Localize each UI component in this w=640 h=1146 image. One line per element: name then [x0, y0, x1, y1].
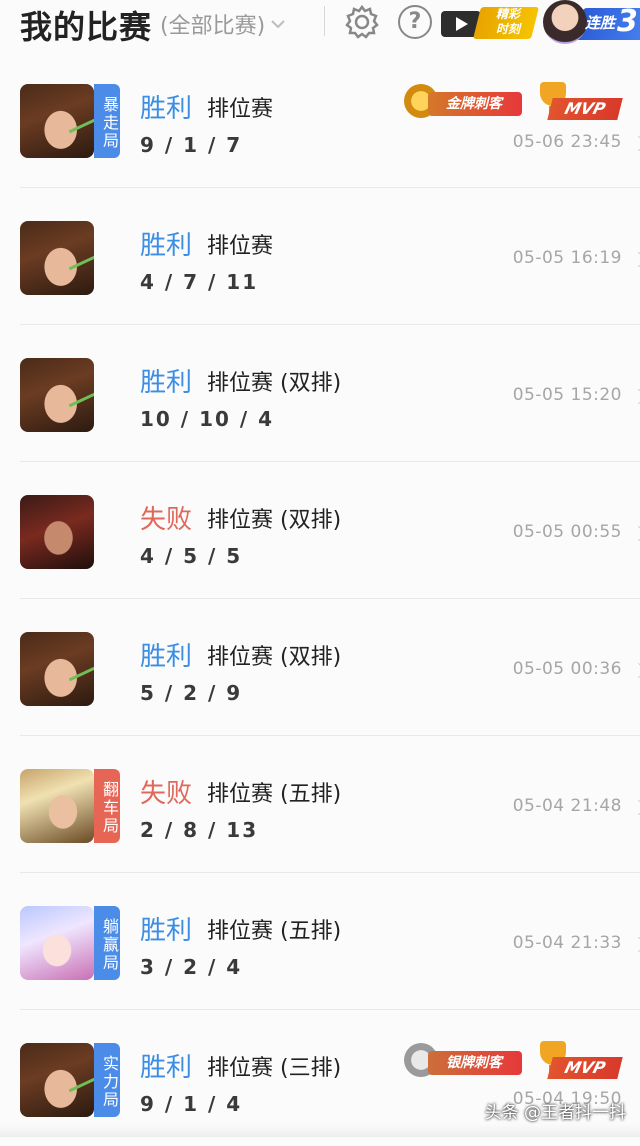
match-kda: 10 / 10 / 4 [140, 407, 275, 431]
hero-avatar [20, 769, 94, 843]
mvp-label: MVP [547, 1057, 623, 1079]
match-tag-badge: 实力局 [94, 1043, 120, 1117]
match-time: 05-05 15:20 [512, 385, 622, 405]
chevron-right-icon [630, 662, 640, 679]
match-tag-badge: 暴走局 [94, 84, 120, 158]
mvp-badge: MVP [536, 1041, 623, 1079]
match-result: 失败 [140, 505, 193, 535]
match-time: 05-05 16:19 [512, 248, 622, 268]
header-bar: 我的比赛 (全部比赛) ? 精彩 时刻 连胜 3 [0, 0, 640, 48]
mvp-label: MVP [547, 98, 623, 120]
match-row[interactable]: 失败 排位赛 (双排) 4 / 5 / 5 05-05 00:55 [0, 461, 640, 598]
match-mode: 排位赛 (五排) [207, 919, 342, 944]
highlight-label-2: 时刻 [495, 22, 520, 36]
match-result: 胜利 [140, 1053, 193, 1083]
streak-count: 3 [617, 4, 638, 39]
chevron-down-icon [271, 20, 285, 29]
match-result: 失败 [140, 779, 193, 809]
hero-avatar [20, 632, 94, 706]
match-tag-badge: 翻车局 [94, 769, 120, 843]
match-result: 胜利 [140, 642, 193, 672]
hero-avatar [20, 221, 94, 295]
medal-label: 银牌刺客 [428, 1051, 522, 1075]
match-mode: 排位赛 [207, 97, 274, 122]
match-time: 05-05 00:36 [512, 659, 622, 679]
match-kda: 9 / 1 / 4 [140, 1092, 243, 1116]
match-time: 05-05 00:55 [512, 522, 622, 542]
match-row[interactable]: 胜利 排位赛 (双排) 5 / 2 / 9 05-05 00:36 [0, 598, 640, 735]
bottom-edge [0, 1123, 640, 1137]
match-kda: 3 / 2 / 4 [140, 955, 243, 979]
chevron-right-icon [630, 388, 640, 405]
match-kda: 9 / 1 / 7 [140, 133, 243, 157]
match-mode: 排位赛 (双排) [207, 645, 342, 670]
match-row[interactable]: 胜利 排位赛 4 / 7 / 11 05-05 16:19 [0, 187, 640, 324]
match-tag-badge: 躺赢局 [94, 906, 120, 980]
match-mode: 排位赛 [207, 234, 274, 259]
match-row[interactable]: 暴走局 胜利 排位赛 9 / 1 / 7 金牌刺客 MVP 05-06 23:4… [0, 50, 640, 187]
chevron-right-icon [630, 525, 640, 542]
match-row[interactable]: 翻车局 失败 排位赛 (五排) 2 / 8 / 13 05-04 21:48 [0, 735, 640, 872]
match-kda: 5 / 2 / 9 [140, 681, 243, 705]
match-time: 05-04 21:48 [512, 796, 622, 816]
chevron-right-icon [630, 251, 640, 268]
hero-avatar [20, 358, 94, 432]
chevron-right-icon [630, 936, 640, 953]
mvp-badge: MVP [536, 82, 623, 120]
match-time: 05-04 21:33 [512, 933, 622, 953]
help-icon[interactable]: ? [398, 5, 432, 39]
match-kda: 4 / 7 / 11 [140, 270, 259, 294]
hero-avatar [20, 495, 94, 569]
match-kda: 2 / 8 / 13 [140, 818, 259, 842]
match-row[interactable]: 胜利 排位赛 (双排) 10 / 10 / 4 05-05 15:20 [0, 324, 640, 461]
streak-hero-avatar [543, 0, 587, 44]
match-mode: 排位赛 (双排) [207, 371, 342, 396]
hero-avatar [20, 906, 94, 980]
highlight-label-1: 精彩 [495, 7, 520, 21]
match-result: 胜利 [140, 94, 193, 124]
hero-avatar [20, 84, 94, 158]
chevron-right-icon [630, 799, 640, 816]
streak-label: 连胜 [585, 14, 616, 32]
match-time: 05-06 23:45 [512, 132, 622, 152]
chevron-right-icon [630, 135, 640, 152]
match-result: 胜利 [140, 231, 193, 261]
medal-label: 金牌刺客 [428, 92, 522, 116]
match-mode: 排位赛 (双排) [207, 508, 342, 533]
match-mode: 排位赛 (五排) [207, 782, 342, 807]
win-streak-badge[interactable]: 连胜 3 [541, 0, 640, 44]
filter-label: (全部比赛) [160, 14, 266, 39]
match-row[interactable]: 躺赢局 胜利 排位赛 (五排) 3 / 2 / 4 05-04 21:33 [0, 872, 640, 1009]
gear-icon[interactable] [344, 4, 380, 40]
header-divider [324, 6, 325, 36]
match-kda: 4 / 5 / 5 [140, 544, 243, 568]
page-title: 我的比赛 [20, 8, 153, 46]
match-result: 胜利 [140, 368, 193, 398]
watermark: 头条 @王者抖一抖 [484, 1103, 626, 1123]
highlight-moments-button[interactable]: 精彩 时刻 [441, 7, 539, 39]
match-mode: 排位赛 (三排) [207, 1056, 342, 1081]
match-filter-dropdown[interactable]: (全部比赛) [160, 8, 285, 40]
match-result: 胜利 [140, 916, 193, 946]
hero-avatar [20, 1043, 94, 1117]
